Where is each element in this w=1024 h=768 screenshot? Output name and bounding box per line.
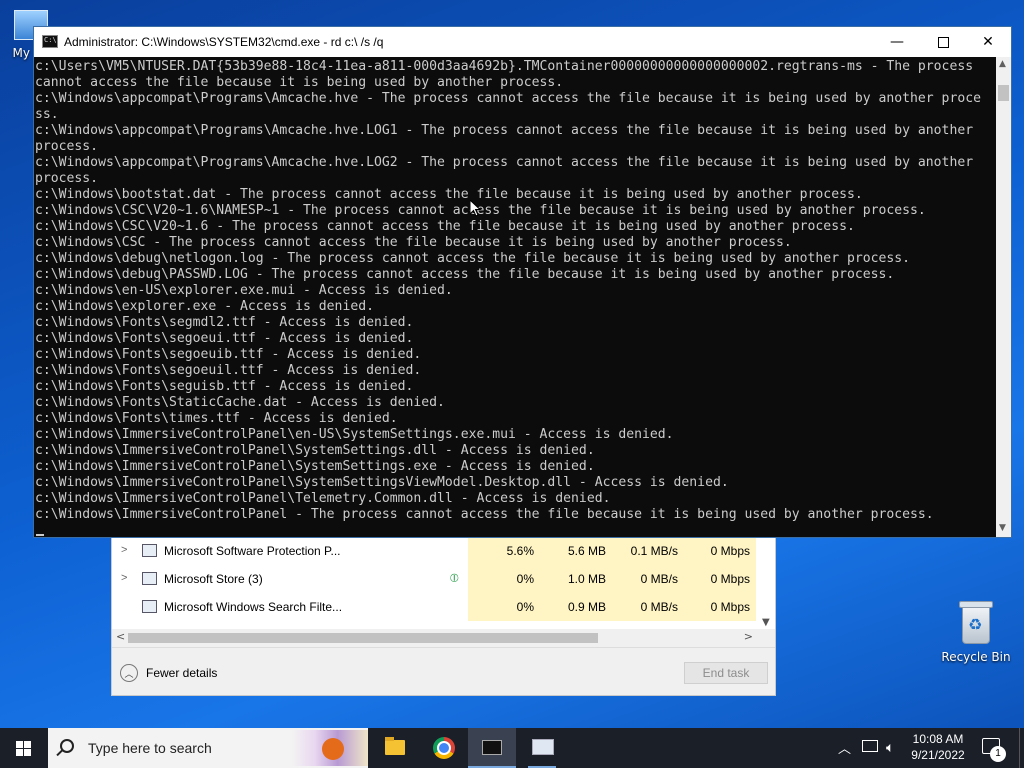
console-line: c:\Windows\Fonts\segoeuib.ttf - Access i… bbox=[35, 347, 422, 362]
console-line: c:\Windows\ImmersiveControlPanel\SystemS… bbox=[35, 459, 595, 474]
minimize-button[interactable]: — bbox=[874, 27, 920, 57]
disk-value: 0 MB/s bbox=[640, 600, 678, 614]
show-hidden-icons-chevron-icon[interactable]: ︿ bbox=[838, 738, 851, 768]
recycle-bin-icon: ♻ bbox=[956, 598, 996, 646]
console-line: c:\Windows\Fonts\times.ttf - Access is d… bbox=[35, 411, 398, 426]
suspended-leaf-icon: ⦶ bbox=[450, 571, 459, 585]
search-icon bbox=[60, 739, 74, 753]
taskbar-task-manager[interactable] bbox=[518, 728, 566, 768]
task-manager-window: > Microsoft Software Protection P... 5.6… bbox=[111, 536, 776, 696]
console-line: c:\Windows\appcompat\Programs\Amcache.hv… bbox=[35, 123, 974, 138]
console-line: c:\Windows\appcompat\Programs\Amcache.hv… bbox=[35, 155, 974, 170]
cmd-title-bar[interactable]: Administrator: C:\Windows\SYSTEM32\cmd.e… bbox=[34, 27, 1011, 57]
close-button[interactable]: ✕ bbox=[965, 27, 1011, 57]
console-line: c:\Windows\ImmersiveControlPanel\SystemS… bbox=[35, 475, 729, 490]
cpu-value: 0% bbox=[516, 600, 534, 614]
process-row[interactable]: Microsoft Windows Search Filte... 0% 0.9… bbox=[112, 593, 775, 621]
console-line: c:\Windows\debug\netlogon.log - The proc… bbox=[35, 251, 911, 266]
start-button[interactable] bbox=[0, 728, 48, 768]
store-icon bbox=[142, 572, 157, 585]
text-cursor bbox=[36, 534, 44, 536]
expand-chevron-icon[interactable]: > bbox=[121, 544, 127, 556]
service-icon bbox=[142, 544, 157, 557]
scroll-down-icon[interactable]: ▼ bbox=[762, 617, 770, 628]
memory-value: 0.9 MB bbox=[567, 600, 606, 614]
task-manager-footer: ︿ Fewer details End task bbox=[112, 647, 775, 695]
chrome-icon bbox=[433, 737, 455, 759]
scroll-down-icon[interactable]: ▼ bbox=[999, 523, 1006, 533]
console-output[interactable]: c:\Users\VM5\NTUSER.DAT{53b39e88-18c4-11… bbox=[34, 57, 996, 537]
scroll-right-icon[interactable]: > bbox=[744, 630, 753, 643]
scroll-left-icon[interactable]: < bbox=[116, 630, 125, 643]
network-icon[interactable] bbox=[862, 740, 878, 752]
search-placeholder: Type here to search bbox=[88, 740, 212, 756]
maximize-icon bbox=[937, 36, 949, 48]
desktop-icon-label: Recycle Bin bbox=[941, 650, 1011, 664]
taskbar-chrome[interactable] bbox=[420, 728, 468, 768]
maximize-button[interactable] bbox=[920, 27, 966, 57]
console-line: c:\Windows\en-US\explorer.exe.mui - Acce… bbox=[35, 283, 453, 298]
file-explorer-icon bbox=[385, 737, 405, 755]
console-line: c:\Windows\ImmersiveControlPanel\en-US\S… bbox=[35, 427, 674, 442]
process-row[interactable]: > Microsoft Software Protection P... 5.6… bbox=[112, 537, 775, 565]
scrollbar-thumb[interactable] bbox=[128, 633, 598, 643]
volume-icon[interactable]: 🔈︎ bbox=[886, 739, 894, 768]
console-line: ss. bbox=[35, 107, 59, 122]
search-box[interactable]: Type here to search bbox=[48, 728, 368, 768]
console-line: c:\Windows\Fonts\seguisb.ttf - Access is… bbox=[35, 379, 414, 394]
console-line: c:\Windows\CSC - The process cannot acce… bbox=[35, 235, 792, 250]
console-line: c:\Windows\Fonts\segoeuil.ttf - Access i… bbox=[35, 363, 422, 378]
console-line: c:\Windows\Fonts\segmdl2.ttf - Access is… bbox=[35, 315, 414, 330]
fewer-details-button[interactable]: ︿ Fewer details bbox=[120, 664, 217, 682]
console-line: process. bbox=[35, 139, 99, 154]
task-manager-icon bbox=[532, 739, 554, 755]
console-line: c:\Windows\appcompat\Programs\Amcache.hv… bbox=[35, 91, 981, 106]
chevron-up-icon: ︿ bbox=[120, 664, 138, 682]
scrollbar-thumb[interactable] bbox=[998, 85, 1009, 101]
pumpkin-icon bbox=[322, 738, 344, 760]
console-line: c:\Windows\bootstat.dat - The process ca… bbox=[35, 187, 863, 202]
end-task-button[interactable]: End task bbox=[684, 662, 768, 684]
show-desktop-button[interactable] bbox=[1019, 728, 1024, 768]
desktop-icon-recycle-bin[interactable]: ♻ Recycle Bin bbox=[938, 598, 1014, 664]
console-line: c:\Windows\Fonts\segoeui.ttf - Access is… bbox=[35, 331, 414, 346]
process-name: Microsoft Store (3) bbox=[164, 572, 263, 586]
network-value: 0 Mbps bbox=[710, 600, 750, 614]
console-line: c:\Users\VM5\NTUSER.DAT{53b39e88-18c4-11… bbox=[35, 59, 974, 74]
vertical-scrollbar[interactable]: ▲ ▼ bbox=[996, 57, 1011, 537]
console-line: c:\Windows\CSC\V20~1.6 - The process can… bbox=[35, 219, 855, 234]
search-filter-icon bbox=[142, 600, 157, 613]
notification-count-badge: 1 bbox=[990, 746, 1006, 762]
process-name: Microsoft Windows Search Filte... bbox=[164, 600, 343, 614]
taskbar-file-explorer[interactable] bbox=[370, 728, 418, 768]
cmd-icon bbox=[482, 740, 502, 755]
scroll-up-icon[interactable]: ▲ bbox=[999, 59, 1006, 69]
horizontal-scrollbar[interactable]: < > bbox=[112, 629, 775, 647]
clock-time: 10:08 AM bbox=[912, 732, 964, 746]
console-line: c:\Windows\explorer.exe - Access is deni… bbox=[35, 299, 374, 314]
console-line: c:\Windows\Fonts\StaticCache.dat - Acces… bbox=[35, 395, 445, 410]
taskbar: Type here to search ︿ 🔈︎ 10:08 AM 9/21/2… bbox=[0, 728, 1024, 768]
cmd-app-icon[interactable] bbox=[42, 35, 58, 48]
windows-logo-icon bbox=[16, 741, 23, 748]
clock-date: 9/21/2022 bbox=[911, 748, 965, 762]
console-line: c:\Windows\debug\PASSWD.LOG - The proces… bbox=[35, 267, 895, 282]
taskbar-cmd[interactable] bbox=[468, 728, 516, 768]
console-line: c:\Windows\CSC\V20~1.6\NAMESP~1 - The pr… bbox=[35, 203, 926, 218]
console-line: cannot access the file because it is bei… bbox=[35, 75, 564, 90]
console-line: c:\Windows\ImmersiveControlPanel - The p… bbox=[35, 507, 934, 522]
window-title: Administrator: C:\Windows\SYSTEM32\cmd.e… bbox=[64, 35, 384, 49]
process-row[interactable]: > Microsoft Store (3) ⦶ 0% 1.0 MB 0 MB/s… bbox=[112, 565, 775, 593]
console-line: process. bbox=[35, 171, 99, 186]
fewer-details-label: Fewer details bbox=[146, 666, 218, 680]
clock[interactable]: 10:08 AM 9/21/2022 bbox=[908, 731, 968, 768]
process-name: Microsoft Software Protection P... bbox=[164, 544, 341, 558]
cmd-window[interactable]: Administrator: C:\Windows\SYSTEM32\cmd.e… bbox=[33, 26, 1012, 538]
console-line: c:\Windows\ImmersiveControlPanel\SystemS… bbox=[35, 443, 595, 458]
console-line: c:\Windows\ImmersiveControlPanel\Telemet… bbox=[35, 491, 611, 506]
expand-chevron-icon[interactable]: > bbox=[121, 572, 127, 584]
